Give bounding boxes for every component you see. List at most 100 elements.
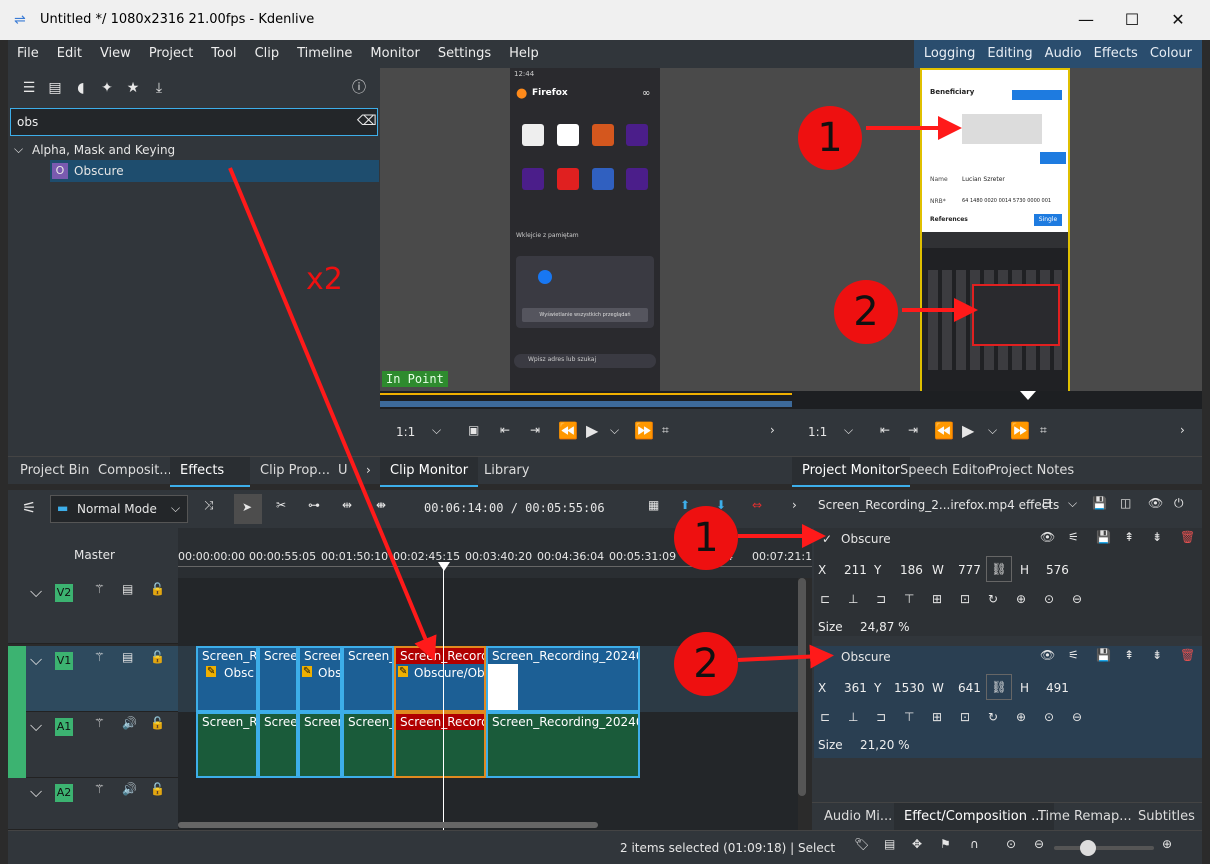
- chevron-down-icon[interactable]: ⌵: [30, 582, 42, 602]
- clip-a1-2[interactable]: Screen_: [258, 712, 298, 778]
- layout-audio[interactable]: Audio: [1039, 40, 1088, 68]
- align-hcenter-icon[interactable]: ⊥: [848, 710, 858, 724]
- clip-v1-5-selected[interactable]: Screen_Recordin✎Obscure/Obs: [394, 646, 486, 712]
- audio-icon[interactable]: ◖: [68, 76, 94, 100]
- zoom-fit-icon[interactable]: ⊕: [1016, 592, 1026, 606]
- favorite-icon[interactable]: ★: [120, 76, 146, 100]
- project-zoom-select[interactable]: 1:1: [808, 425, 827, 439]
- chevron-right-icon[interactable]: ›: [1180, 423, 1185, 437]
- power-icon[interactable]: ⏻: [1174, 496, 1184, 511]
- tab-project-bin[interactable]: Project Bin: [10, 457, 99, 485]
- clip-v1-6[interactable]: Screen_Recording_20240723_: [486, 646, 640, 712]
- set-in-icon[interactable]: ⇤: [880, 423, 890, 437]
- speaker-icon[interactable]: 🔊: [122, 716, 137, 730]
- film-icon[interactable]: ▤: [884, 837, 895, 851]
- lock-icon[interactable]: 🔓: [150, 582, 165, 596]
- clip-a1-6[interactable]: Screen_Recording_20240723_: [486, 712, 640, 778]
- info-icon[interactable]: ⓘ: [346, 76, 372, 100]
- move-up-icon[interactable]: ⇞: [1124, 648, 1134, 662]
- save-icon[interactable]: 💾: [1092, 496, 1107, 510]
- y-value[interactable]: 186: [900, 563, 923, 577]
- menu-clip[interactable]: Clip: [246, 40, 289, 68]
- w-value[interactable]: 777: [958, 563, 981, 577]
- preset-icon[interactable]: ⚟: [1068, 648, 1079, 662]
- chevron-right-icon[interactable]: ›: [792, 498, 797, 512]
- clip-monitor-view[interactable]: 12:44 ● Firefox ∞ Wklejcie z pamiętam Wy…: [380, 68, 792, 391]
- clip-a1-3[interactable]: Screen_: [298, 712, 342, 778]
- chevron-down-icon[interactable]: ⌵: [30, 650, 42, 670]
- forward-icon[interactable]: ⏩: [634, 421, 654, 440]
- compare-icon[interactable]: ⊟: [1042, 496, 1052, 510]
- align-top-icon[interactable]: ⊤: [904, 592, 914, 606]
- chevron-down-icon[interactable]: ⌵: [30, 782, 42, 802]
- spacer-tool-icon[interactable]: ⤨: [204, 498, 214, 513]
- zoom-fit-icon[interactable]: ⊕: [1016, 710, 1026, 724]
- preview-render-icon[interactable]: ▦: [648, 498, 659, 512]
- zoom-out-icon[interactable]: ⊖: [1072, 592, 1082, 606]
- lock-icon[interactable]: 🔓: [150, 716, 165, 730]
- menu-help[interactable]: Help: [500, 40, 548, 68]
- save-icon[interactable]: 💾: [1096, 648, 1111, 662]
- tab-clip-properties[interactable]: Clip Prop...: [250, 457, 340, 485]
- menu-timeline[interactable]: Timeline: [288, 40, 361, 68]
- zoom-out-icon[interactable]: ⊖: [1034, 837, 1044, 851]
- close-icon[interactable]: ✕: [1166, 8, 1190, 32]
- play-icon[interactable]: ▶: [962, 421, 974, 440]
- align-right-icon[interactable]: ⊐: [876, 710, 886, 724]
- timeline-hscroll[interactable]: [178, 822, 598, 828]
- zoom-out-icon[interactable]: ⊖: [1072, 710, 1082, 724]
- move-down-icon[interactable]: ⇟: [1152, 648, 1162, 662]
- clip-a1-5-selected[interactable]: Screen_Recordin: [394, 712, 486, 778]
- align-bottom-icon[interactable]: ⊡: [960, 710, 970, 724]
- effect-item-obscure[interactable]: O Obscure: [50, 160, 379, 182]
- minimize-icon[interactable]: —: [1074, 8, 1098, 32]
- clip-monitor-ruler[interactable]: [380, 391, 792, 409]
- layout-editing[interactable]: Editing: [981, 40, 1038, 68]
- list-icon[interactable]: ☰: [16, 76, 42, 100]
- set-out-icon[interactable]: ⇥: [908, 423, 918, 437]
- zoom-slider[interactable]: [1054, 846, 1154, 850]
- timeline-playhead-marker[interactable]: [438, 562, 450, 571]
- film-icon[interactable]: ▤: [122, 650, 133, 664]
- layout-colour[interactable]: Colour: [1144, 40, 1198, 68]
- zoom-in-icon[interactable]: ⊕: [1162, 837, 1172, 851]
- align-hcenter-icon[interactable]: ⊥: [848, 592, 858, 606]
- clip-zoom-select[interactable]: 1:1: [396, 425, 415, 439]
- timeline-vscroll[interactable]: [798, 578, 806, 796]
- zoom-slider-handle[interactable]: [1080, 840, 1096, 856]
- checkbox-check-icon[interactable]: ✓: [822, 532, 832, 546]
- multicam-icon[interactable]: ⇼: [376, 498, 386, 512]
- chevron-down-icon[interactable]: ⌵: [844, 423, 853, 438]
- tab-compositions[interactable]: Composit...: [88, 457, 182, 485]
- film-icon[interactable]: ▤: [122, 582, 133, 596]
- w-value[interactable]: 641: [958, 681, 981, 695]
- set-in-icon[interactable]: ⇤: [500, 423, 510, 437]
- magnet-icon[interactable]: ∩: [970, 837, 979, 851]
- playhead-marker[interactable]: [1020, 391, 1036, 400]
- tab-library[interactable]: Library: [474, 457, 539, 485]
- align-vcenter-icon[interactable]: ⊞: [932, 710, 942, 724]
- tag-icon[interactable]: 🏷: [854, 837, 869, 851]
- y-value[interactable]: 1530: [894, 681, 925, 695]
- crop-icon[interactable]: ⌗: [1040, 423, 1047, 438]
- track-active-bar[interactable]: [8, 712, 26, 778]
- lock-icon[interactable]: 🔓: [150, 782, 165, 796]
- settings-sliders-icon[interactable]: ⚟: [22, 498, 36, 517]
- slip-icon[interactable]: ⊶: [308, 498, 320, 512]
- film-icon[interactable]: ▤: [42, 76, 68, 100]
- move-down-icon[interactable]: ⇟: [1152, 530, 1162, 544]
- forward-icon[interactable]: ⏩: [1010, 421, 1030, 440]
- align-right-icon[interactable]: ⊐: [876, 592, 886, 606]
- rewind-icon[interactable]: ⏪: [934, 421, 954, 440]
- clip-v1-4[interactable]: Screen_R: [342, 646, 394, 712]
- tab-u[interactable]: U: [328, 457, 358, 485]
- effect-wand-icon[interactable]: ⚚: [94, 782, 105, 796]
- align-left-icon[interactable]: ⊏: [820, 592, 830, 606]
- save-icon[interactable]: 💾: [1096, 530, 1111, 544]
- menu-view[interactable]: View: [91, 40, 140, 68]
- layout-effects[interactable]: Effects: [1088, 40, 1144, 68]
- effect-wand-icon[interactable]: ⚚: [94, 650, 105, 664]
- menu-tool[interactable]: Tool: [202, 40, 245, 68]
- overlay-icon[interactable]: ▣: [468, 423, 479, 437]
- checkbox-check-icon[interactable]: ✓: [822, 650, 832, 664]
